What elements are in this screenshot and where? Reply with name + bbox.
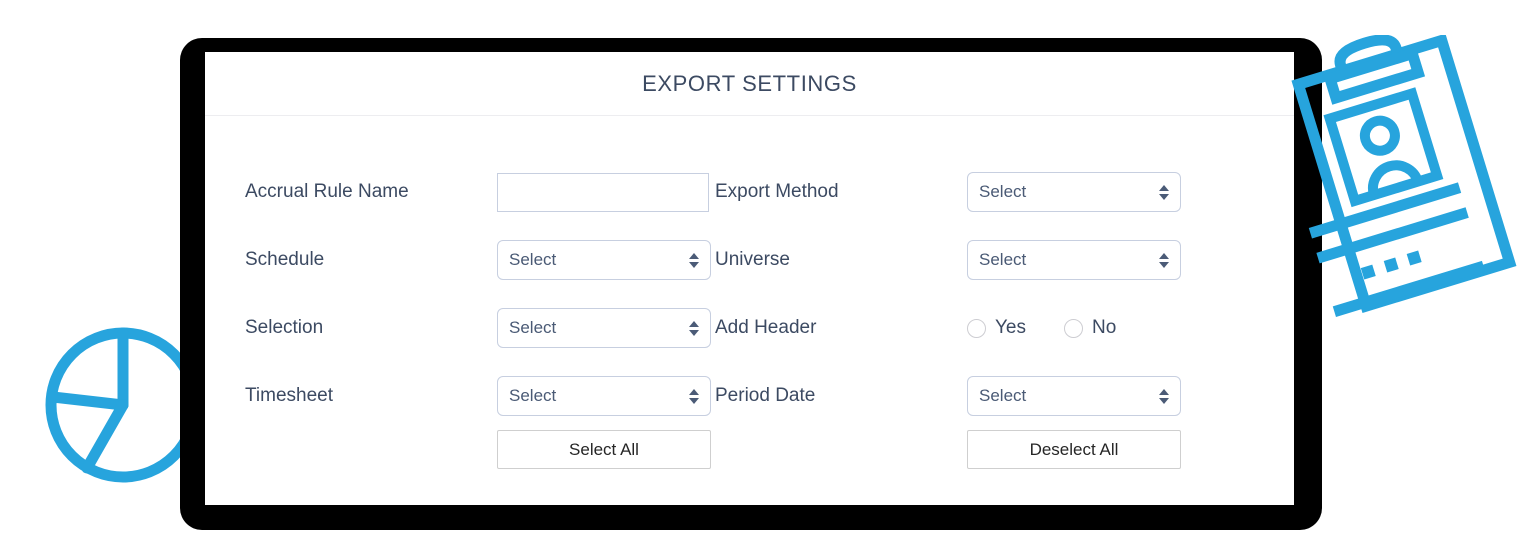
schedule-select[interactable]: Select	[497, 240, 711, 280]
deselect-all-cell: Deselect All	[967, 430, 1185, 469]
radio-label: Yes	[995, 317, 1026, 338]
select-value: Select	[509, 386, 557, 405]
select-value: Select	[979, 182, 1027, 201]
label-text: Universe	[715, 249, 790, 270]
label-text: Add Header	[715, 317, 817, 338]
field-label-selection: Selection	[245, 294, 497, 362]
settings-form: Accrual Rule Name Export Method Select S…	[245, 158, 1254, 430]
label-text: Export Method	[715, 181, 839, 202]
select-all-button[interactable]: Select All	[497, 430, 711, 469]
field-control-export-method: Select	[967, 158, 1185, 226]
field-label-export-method: Export Method	[715, 158, 967, 226]
field-label-universe: Universe	[715, 226, 967, 294]
universe-select[interactable]: Select	[967, 240, 1181, 280]
select-all-cell: Select All	[497, 430, 715, 469]
field-control-add-header: Yes No	[967, 294, 1185, 362]
select-value: Select	[979, 250, 1027, 269]
stepper-arrows-icon[interactable]	[1158, 385, 1169, 407]
radio-circle-icon[interactable]	[967, 318, 986, 338]
spacer-right	[715, 430, 967, 469]
field-label-timesheet: Timesheet	[245, 362, 497, 430]
selection-select[interactable]: Select	[497, 308, 711, 348]
panel-header: EXPORT SETTINGS	[205, 52, 1294, 116]
label-text: Schedule	[245, 249, 325, 270]
field-label-period-date: Period Date	[715, 362, 967, 430]
actions-row: Select All Deselect All	[245, 430, 1254, 469]
field-label-schedule: Schedule	[245, 226, 497, 294]
accrual-rule-name-input[interactable]	[497, 172, 709, 212]
add-header-radio-no[interactable]: No	[1064, 317, 1116, 339]
radio-circle-icon[interactable]	[1064, 318, 1083, 338]
page-title: EXPORT SETTINGS	[642, 70, 857, 96]
radio-label: No	[1092, 317, 1117, 338]
field-control-universe: Select	[967, 226, 1185, 294]
add-header-radio-yes[interactable]: Yes	[967, 317, 1026, 339]
field-control-selection: Select	[497, 294, 715, 362]
deselect-all-button[interactable]: Deselect All	[967, 430, 1181, 469]
stepper-arrows-icon[interactable]	[688, 249, 699, 271]
field-control-timesheet: Select	[497, 362, 715, 430]
select-value: Select	[509, 318, 557, 337]
period-date-select[interactable]: Select	[967, 376, 1181, 416]
field-control-accrual-rule-name	[497, 158, 715, 226]
field-label-add-header: Add Header	[715, 294, 967, 362]
add-header-radio-group: Yes No	[967, 317, 1116, 339]
field-control-period-date: Select	[967, 362, 1185, 430]
panel-body: Accrual Rule Name Export Method Select S…	[205, 116, 1294, 469]
spacer-left	[245, 430, 497, 469]
stepper-arrows-icon[interactable]	[688, 385, 699, 407]
label-text: Accrual Rule Name	[245, 181, 409, 202]
label-text: Timesheet	[245, 385, 333, 406]
select-value: Select	[509, 250, 557, 269]
timesheet-select[interactable]: Select	[497, 376, 711, 416]
export-settings-panel: EXPORT SETTINGS Accrual Rule Name Export…	[205, 52, 1294, 505]
field-label-accrual-rule-name: Accrual Rule Name	[245, 158, 497, 226]
label-text: Period Date	[715, 385, 816, 406]
export-method-select[interactable]: Select	[967, 172, 1181, 212]
stepper-arrows-icon[interactable]	[688, 317, 699, 339]
field-control-schedule: Select	[497, 226, 715, 294]
label-text: Selection	[245, 317, 324, 338]
stepper-arrows-icon[interactable]	[1158, 249, 1169, 271]
select-value: Select	[979, 386, 1027, 405]
stepper-arrows-icon[interactable]	[1158, 181, 1169, 203]
